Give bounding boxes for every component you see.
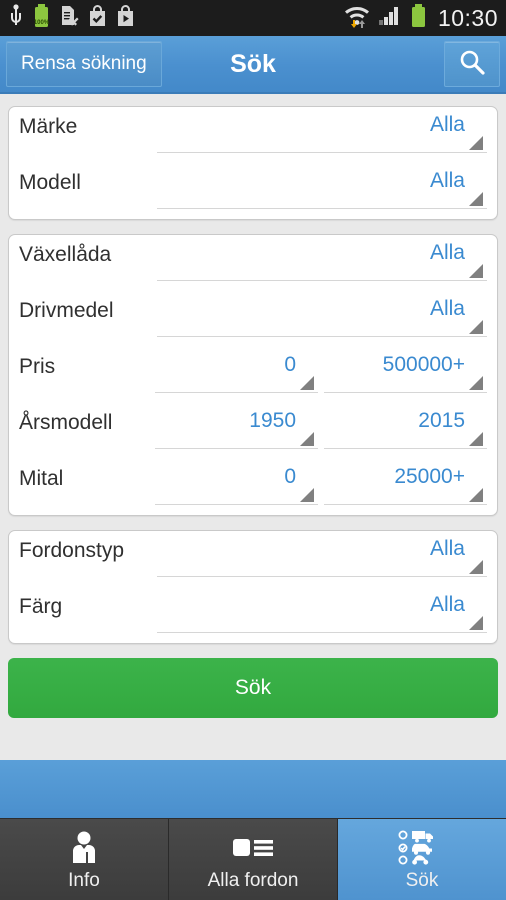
tab-label: Alla fordon <box>207 869 299 891</box>
tab-label: Info <box>68 869 100 891</box>
field-spinners: Alla <box>157 531 487 587</box>
card-brand-model: Märke Alla Modell Alla <box>8 106 498 220</box>
clear-search-label: Rensa sökning <box>21 53 147 74</box>
play-store-play-icon <box>116 4 135 33</box>
sd-card-removed-icon <box>59 4 79 33</box>
search-form: Märke Alla Modell Alla Växellåda Alla Dr… <box>0 94 506 818</box>
spinner-value: Alla <box>429 297 465 320</box>
wifi-transfer-icon <box>344 3 370 34</box>
field-row[interactable]: Växellåda Alla <box>9 235 497 291</box>
field-label: Fordonstyp <box>19 539 125 562</box>
status-icons-right: 10:30 <box>344 3 498 34</box>
tab-label: Sök <box>405 869 439 891</box>
play-store-check-icon <box>88 4 107 33</box>
spinner-value: 0 <box>284 353 296 376</box>
submit-search-button[interactable]: Sök <box>8 658 498 718</box>
spinner-marke[interactable]: Alla <box>157 107 487 153</box>
search-icon <box>457 47 487 82</box>
status-icons-left: 100% <box>8 3 135 34</box>
tab-alla-fordon[interactable]: Alla fordon <box>168 819 337 900</box>
bottom-tab-bar: Info Alla fordon Sök <box>0 818 506 900</box>
field-row[interactable]: Mital 0 25000+ <box>9 459 497 515</box>
spinner-vaxellada[interactable]: Alla <box>157 235 487 281</box>
spinner-modell[interactable]: Alla <box>157 163 487 209</box>
app-screen: 100% 10:30 Rensa sökning Sök Märke Alla … <box>0 0 506 900</box>
spinner-farg[interactable]: Alla <box>157 587 487 633</box>
field-spinners: Alla <box>157 235 487 291</box>
battery-charging-icon: 100% <box>33 3 50 34</box>
field-row[interactable]: Färg Alla <box>9 587 497 643</box>
field-spinners: Alla <box>157 107 487 163</box>
vehicle-list-icon <box>231 828 275 868</box>
spinner-arsmodell-min[interactable]: 1950 <box>155 403 318 449</box>
tab-info[interactable]: Info <box>0 819 168 900</box>
field-spinners: Alla <box>157 587 487 643</box>
svg-text:100%: 100% <box>34 20 50 26</box>
spinner-value: Alla <box>429 593 465 616</box>
action-bar: Rensa sökning Sök <box>0 36 506 94</box>
tab-sok[interactable]: Sök <box>337 819 506 900</box>
field-spinners: Alla <box>157 163 487 219</box>
field-label: Modell <box>19 171 81 194</box>
spinner-value: Alla <box>429 169 465 192</box>
spinner-value: 2015 <box>418 409 465 432</box>
status-clock: 10:30 <box>437 4 498 31</box>
spinner-arsmodell-max[interactable]: 2015 <box>324 403 487 449</box>
field-row[interactable]: Drivmedel Alla <box>9 291 497 347</box>
card-specs: Växellåda Alla Drivmedel Alla Pris 0 500… <box>8 234 498 516</box>
card-type-color: Fordonstyp Alla Färg Alla <box>8 530 498 644</box>
spinner-mital-min[interactable]: 0 <box>155 459 318 505</box>
vehicle-search-icon <box>396 828 448 868</box>
cellular-signal-icon <box>377 4 403 33</box>
field-spinners: 0 25000+ <box>155 459 487 515</box>
spinner-pris-min[interactable]: 0 <box>155 347 318 393</box>
search-button[interactable] <box>444 41 500 87</box>
clear-search-button[interactable]: Rensa sökning <box>6 41 162 87</box>
spinner-value: 0 <box>284 465 296 488</box>
field-spinners: Alla <box>157 291 487 347</box>
field-row[interactable]: Fordonstyp Alla <box>9 531 497 587</box>
bottom-blue-panel <box>0 760 506 818</box>
field-label: Mital <box>19 467 64 490</box>
field-row[interactable]: Modell Alla <box>9 163 497 219</box>
spinner-value: 500000+ <box>382 353 465 376</box>
spinner-pris-max[interactable]: 500000+ <box>324 347 487 393</box>
status-bar: 100% 10:30 <box>0 0 506 36</box>
field-label: Årsmodell <box>19 411 113 434</box>
usb-icon <box>8 3 24 33</box>
field-row[interactable]: Pris 0 500000+ <box>9 347 497 403</box>
field-label: Märke <box>19 115 78 138</box>
spinner-drivmedel[interactable]: Alla <box>157 291 487 337</box>
field-label: Pris <box>19 355 56 378</box>
field-spinners: 1950 2015 <box>155 403 487 459</box>
field-label: Färg <box>19 595 63 618</box>
battery-icon <box>410 3 427 34</box>
spinner-value: 1950 <box>249 409 296 432</box>
spinner-value: Alla <box>429 241 465 264</box>
spinner-value: 25000+ <box>394 465 465 488</box>
field-row[interactable]: Årsmodell 1950 2015 <box>9 403 497 459</box>
field-label: Drivmedel <box>19 299 114 322</box>
person-info-icon <box>65 828 103 868</box>
spinner-value: Alla <box>429 537 465 560</box>
field-spinners: 0 500000+ <box>155 347 487 403</box>
spinner-mital-max[interactable]: 25000+ <box>324 459 487 505</box>
submit-search-label: Sök <box>234 676 272 699</box>
spinner-value: Alla <box>429 113 465 136</box>
spinner-fordonstyp[interactable]: Alla <box>157 531 487 577</box>
field-label: Växellåda <box>19 243 112 266</box>
field-row[interactable]: Märke Alla <box>9 107 497 163</box>
